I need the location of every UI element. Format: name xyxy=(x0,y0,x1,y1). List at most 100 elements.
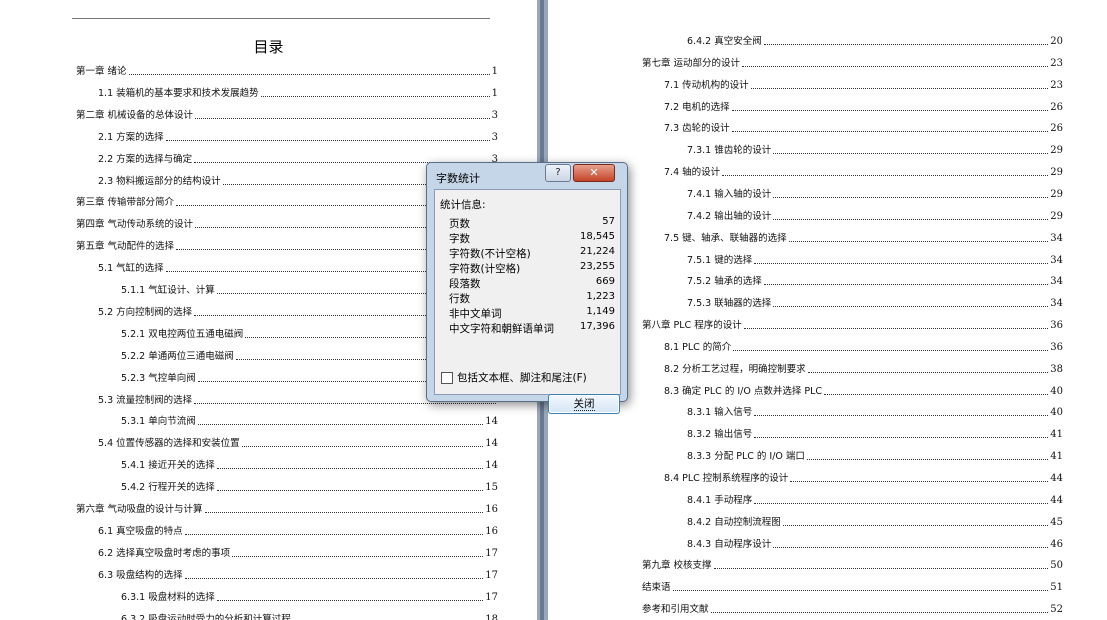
stats-label: 统计信息: xyxy=(440,199,486,211)
toc-entry[interactable]: 6.3 吸盘结构的选择 17 xyxy=(98,568,498,582)
close-button[interactable]: 关闭 xyxy=(548,394,620,414)
toc-page-number: 3 xyxy=(491,109,498,121)
toc-entry[interactable]: 7.5.1 键的选择 34 xyxy=(687,253,1063,267)
toc-entry[interactable]: 第七章 运动部分的设计 23 xyxy=(642,56,1063,70)
toc-entry-text: 8.4.2 自动控制流程图 xyxy=(687,516,781,528)
toc-entry[interactable]: 8.1 PLC 的简介 36 xyxy=(664,340,1063,354)
toc-entry-text: 6.3.2 吸盘运动时受力的分析和计算过程 xyxy=(121,613,291,620)
toc-entry-text: 5.2.3 气控单向阀 xyxy=(121,372,196,384)
stat-value: 17,396 xyxy=(580,321,615,332)
toc-entry[interactable]: 7.4 轴的设计 29 xyxy=(664,165,1063,179)
toc-entry[interactable]: 6.4.2 真空安全阀 20 xyxy=(687,34,1063,48)
toc-entry-text: 第四章 气动传动系统的设计 xyxy=(76,219,194,231)
toc-entry[interactable]: 8.3 确定 PLC 的 I/O 点数并选择 PLC 40 xyxy=(664,384,1063,398)
toc-leader-dots xyxy=(788,240,1049,242)
toc-entry[interactable]: 8.2 分析工艺过程，明确控制要求 38 xyxy=(664,362,1063,376)
toc-entry[interactable]: 第二章 机械设备的总体设计 3 xyxy=(76,108,498,122)
toc-entry[interactable]: 6.2 选择真空吸盘时考虑的事项 17 xyxy=(98,546,498,560)
stat-value: 23,255 xyxy=(580,261,615,272)
toc-entry[interactable]: 5.4 位置传感器的选择和安装位置 14 xyxy=(98,436,498,450)
include-textboxes-option[interactable]: 包括文本框、脚注和尾注(F) xyxy=(441,370,587,385)
toc-leader-dots xyxy=(195,117,490,119)
toc-entry-text: 第三章 传输带部分简介 xyxy=(76,197,175,209)
toc-entry-text: 结束语 xyxy=(642,582,671,594)
toc-entry-text: 第二章 机械设备的总体设计 xyxy=(76,109,194,121)
toc-page-number: 34 xyxy=(1050,254,1063,266)
toc-entry[interactable]: 1.1 装箱机的基本要求和技术发展趋势 1 xyxy=(98,86,498,100)
stat-value: 21,224 xyxy=(580,246,615,257)
toc-entry-text: 6.4.2 真空安全阀 xyxy=(687,36,762,47)
toc-entry[interactable]: 第六章 气动吸盘的设计与计算 16 xyxy=(76,502,498,516)
header-rule xyxy=(72,18,490,19)
toc-entry[interactable]: 8.3.2 输出信号 41 xyxy=(687,427,1063,441)
toc-entry-text: 6.3 吸盘结构的选择 xyxy=(98,569,183,581)
toc-entry-text: 7.4.1 输入轴的设计 xyxy=(687,188,772,200)
toc-entry-text: 2.1 方案的选择 xyxy=(98,131,164,143)
toc-entry[interactable]: 第八章 PLC 程序的设计 36 xyxy=(642,318,1063,332)
help-button[interactable]: ? xyxy=(545,164,571,182)
toc-entry[interactable]: 7.3 齿轮的设计 26 xyxy=(664,121,1063,135)
toc-entry[interactable]: 6.3.1 吸盘材料的选择 17 xyxy=(121,590,498,604)
toc-page-number: 38 xyxy=(1050,363,1063,375)
toc-leader-dots xyxy=(754,436,1049,439)
toc-entry-text: 8.4 PLC 控制系统程序的设计 xyxy=(664,473,789,484)
stat-label: 页数 xyxy=(449,218,470,230)
include-textboxes-label: 包括文本框、脚注和尾注(F) xyxy=(457,372,587,384)
toc-entry[interactable]: 7.2 电机的选择 26 xyxy=(664,100,1063,114)
toc-leader-dots xyxy=(713,567,1049,570)
toc-entry[interactable]: 6.3.2 吸盘运动时受力的分析和计算过程 18 xyxy=(121,612,498,620)
toc-entry[interactable]: 8.3.3 分配 PLC 的 I/O 端口 41 xyxy=(687,449,1063,463)
toc-leader-dots xyxy=(750,87,1049,89)
stat-row: 页数 57 xyxy=(449,216,615,231)
toc-entry[interactable]: 7.1 传动机构的设计 23 xyxy=(664,78,1063,92)
toc-entry[interactable]: 2.1 方案的选择 3 xyxy=(98,130,498,144)
toc-page-number: 51 xyxy=(1050,582,1063,594)
toc-entry[interactable]: 8.4 PLC 控制系统程序的设计 44 xyxy=(664,471,1063,485)
toc-leader-dots xyxy=(733,349,1049,351)
toc-entry[interactable]: 7.4.2 输出轴的设计 29 xyxy=(687,209,1063,223)
toc-entry[interactable]: 参考和引用文献 52 xyxy=(642,602,1063,616)
toc-entry-text: 8.3.2 输出信号 xyxy=(687,429,753,441)
word-count-dialog: 字数统计 ? ✕ 统计信息: 页数 57 字数 18,545 字符数(不计空格) 21,2… xyxy=(426,162,628,414)
help-icon: ? xyxy=(555,167,561,178)
toc-page-number: 34 xyxy=(1050,298,1063,310)
toc-entry[interactable]: 7.4.1 输入轴的设计 29 xyxy=(687,187,1063,201)
include-textboxes-checkbox[interactable] xyxy=(441,371,453,384)
stat-value: 1,149 xyxy=(586,306,615,317)
stat-value: 1,223 xyxy=(586,291,615,302)
toc-entry[interactable]: 7.5 键、轴承、联轴器的选择 34 xyxy=(664,231,1063,245)
toc-entry[interactable]: 结束语 51 xyxy=(642,580,1063,594)
document-page-right: 6.4.2 真空安全阀 20 第七章 运动部分的设计 23 7.1 传动机构的设计 23 7… xyxy=(548,0,1107,620)
toc-entry-text: 7.5.1 键的选择 xyxy=(687,254,753,266)
toc-page-number: 26 xyxy=(1050,101,1063,113)
toc-entry-text: 第七章 运动部分的设计 xyxy=(642,57,741,69)
toc-entry[interactable]: 6.1 真空吸盘的特点 16 xyxy=(98,524,498,538)
toc-page-number: 16 xyxy=(485,525,498,537)
stat-label: 字符数(不计空格) xyxy=(449,248,531,260)
toc-entry-text: 8.3 确定 PLC 的 I/O 点数并选择 PLC xyxy=(664,385,823,397)
toc-entry[interactable]: 5.4.1 接近开关的选择 14 xyxy=(121,458,498,472)
stat-value: 669 xyxy=(595,276,615,287)
toc-entry[interactable]: 8.4.1 手动程序 44 xyxy=(687,493,1063,507)
toc-entry-text: 第八章 PLC 程序的设计 xyxy=(642,320,742,332)
toc-entry[interactable]: 7.5.2 轴承的选择 34 xyxy=(687,274,1063,288)
toc-entry[interactable]: 5.4.2 行程开关的选择 15 xyxy=(121,480,498,494)
toc-entry-text: 7.5.3 联轴器的选择 xyxy=(687,298,772,310)
toc-entry[interactable]: 7.5.3 联轴器的选择 34 xyxy=(687,296,1063,310)
toc-page-number: 14 xyxy=(485,460,498,472)
toc-entry[interactable]: 8.4.2 自动控制流程图 45 xyxy=(687,515,1063,529)
toc-entry-text: 8.2 分析工艺过程，明确控制要求 xyxy=(664,363,806,375)
toc-page-number: 44 xyxy=(1050,473,1063,484)
dialog-close-button[interactable]: ✕ xyxy=(573,164,615,182)
toc-entry[interactable]: 7.3.1 锥齿轮的设计 29 xyxy=(687,143,1063,157)
toc-entry[interactable]: 第九章 校核支撑 50 xyxy=(642,558,1063,572)
toc-leader-dots xyxy=(216,489,484,492)
toc-entry-text: 5.2.2 单通两位三通电磁阀 xyxy=(121,350,234,362)
toc-entry[interactable]: 第一章 绪论 1 xyxy=(76,64,498,78)
toc-entry[interactable]: 5.3.1 单向节流阀 14 xyxy=(121,414,498,428)
toc-page-number: 20 xyxy=(1050,36,1063,47)
toc-page-number: 34 xyxy=(1050,276,1063,288)
toc-entry[interactable]: 8.4.3 自动程序设计 46 xyxy=(687,537,1063,551)
toc-entry[interactable]: 8.3.1 输入信号 40 xyxy=(687,405,1063,419)
toc-leader-dots xyxy=(128,73,490,75)
